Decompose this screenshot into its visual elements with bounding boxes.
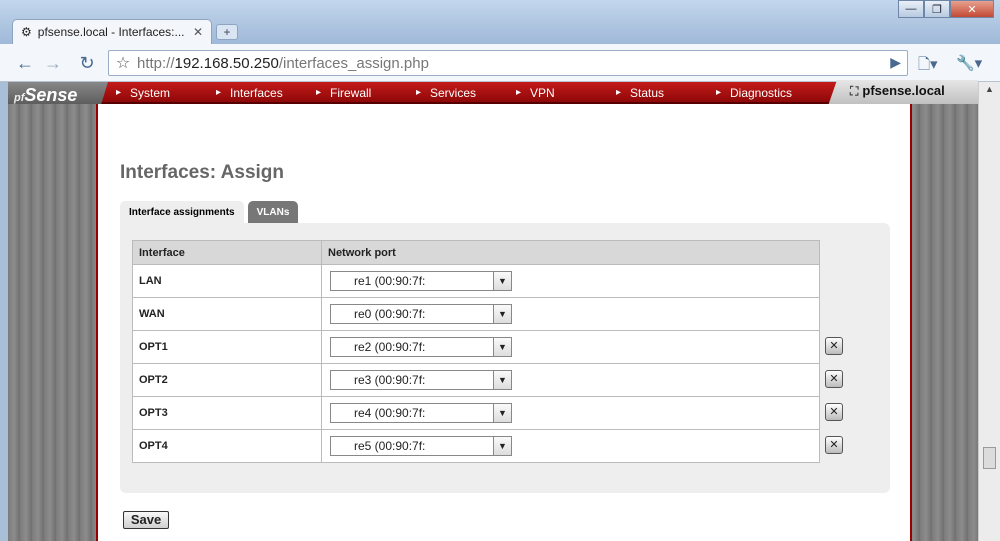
browser-tab[interactable]: ⚙ pfsense.local - Interfaces:... ✕ xyxy=(12,19,212,44)
page-tabs: Interface assignments VLANs xyxy=(120,201,302,225)
browser-titlebar: — ❐ ✕ ⚙ pfsense.local - Interfaces:... ✕… xyxy=(0,0,1000,44)
header-interface: Interface xyxy=(132,240,322,265)
main-content: Interfaces: Assign Interface assignments… xyxy=(96,104,912,541)
chevron-down-icon[interactable]: ▼ xyxy=(493,404,511,422)
interface-name: LAN xyxy=(132,264,322,298)
forward-arrow-icon[interactable]: → xyxy=(42,52,64,74)
menu-services[interactable]: Services xyxy=(416,82,516,104)
interface-name: OPT3 xyxy=(132,396,322,430)
interface-name: OPT4 xyxy=(132,429,322,463)
table-row: LAN re1 (00:90:7f: ▼ xyxy=(132,264,820,298)
scroll-thumb[interactable] xyxy=(983,447,996,469)
header-network-port: Network port xyxy=(321,240,820,265)
menu-system[interactable]: System xyxy=(116,82,216,104)
menu-firewall[interactable]: Firewall xyxy=(316,82,416,104)
delete-opt2-button[interactable]: ✕ xyxy=(825,370,843,388)
delete-opt3-button[interactable]: ✕ xyxy=(825,403,843,421)
browser-toolbar: ← → ↻ ☆ http://192.168.50.250/interfaces… xyxy=(0,44,1000,82)
page-title: Interfaces: Assign xyxy=(120,162,285,183)
delete-x-icon: ✕ xyxy=(829,340,839,352)
main-menu: System Interfaces Firewall Services VPN … xyxy=(116,82,816,104)
hostname: pfsense.local xyxy=(862,83,945,98)
chevron-down-icon[interactable]: ▼ xyxy=(493,338,511,356)
table-row: OPT2 re3 (00:90:7f: ▼ xyxy=(132,363,820,397)
menu-interfaces[interactable]: Interfaces xyxy=(216,82,316,104)
pfsense-navbar: pfSense System Interfaces Firewall Servi… xyxy=(8,80,978,108)
pfsense-favicon-icon: ⚙ xyxy=(21,25,32,39)
vertical-scrollbar[interactable]: ▲ xyxy=(978,82,1000,541)
table-row: OPT1 re2 (00:90:7f: ▼ xyxy=(132,330,820,364)
table-row: OPT4 re5 (00:90:7f: ▼ xyxy=(132,429,820,463)
hostname-box: ⛶ pfsense.local xyxy=(828,80,978,106)
assignments-panel: Interface Network port LAN re1 (00:90:7f… xyxy=(120,223,890,493)
tab-close-icon[interactable]: ✕ xyxy=(193,25,203,39)
new-tab-button[interactable]: + xyxy=(216,24,238,40)
table-row: WAN re0 (00:90:7f: ▼ xyxy=(132,297,820,331)
address-bar[interactable]: ☆ http://192.168.50.250/interfaces_assig… xyxy=(108,50,908,76)
tab-vlans[interactable]: VLANs xyxy=(247,201,299,225)
close-window-button[interactable]: ✕ xyxy=(950,0,994,18)
chevron-down-icon[interactable]: ▼ xyxy=(493,272,511,290)
delete-x-icon: ✕ xyxy=(829,373,839,385)
network-port-select[interactable]: re3 (00:90:7f: ▼ xyxy=(330,370,512,390)
chevron-down-icon[interactable]: ▼ xyxy=(493,305,511,323)
bookmark-star-icon[interactable]: ☆ xyxy=(109,53,137,73)
interface-table: Interface Network port LAN re1 (00:90:7f… xyxy=(132,240,820,463)
menu-status[interactable]: Status xyxy=(616,82,716,104)
interface-name: WAN xyxy=(132,297,322,331)
menu-diagnostics[interactable]: Diagnostics xyxy=(716,82,816,104)
maximize-button[interactable]: ❐ xyxy=(924,0,950,18)
chevron-down-icon[interactable]: ▼ xyxy=(493,371,511,389)
back-arrow-icon[interactable]: ← xyxy=(14,52,36,74)
reload-icon[interactable]: ↻ xyxy=(76,52,98,74)
tab-interface-assignments[interactable]: Interface assignments xyxy=(120,201,244,225)
network-port-select[interactable]: re1 (00:90:7f: ▼ xyxy=(330,271,512,291)
delete-opt1-button[interactable]: ✕ xyxy=(825,337,843,355)
delete-opt4-button[interactable]: ✕ xyxy=(825,436,843,454)
network-port-select[interactable]: re2 (00:90:7f: ▼ xyxy=(330,337,512,357)
wrench-icon[interactable]: 🔧▾ xyxy=(956,54,982,72)
table-row: OPT3 re4 (00:90:7f: ▼ xyxy=(132,396,820,430)
tab-title: pfsense.local - Interfaces:... xyxy=(37,25,185,39)
window-controls: — ❐ ✕ xyxy=(898,0,994,18)
go-arrow-icon[interactable]: ▶ xyxy=(890,54,901,71)
network-port-select[interactable]: re0 (00:90:7f: ▼ xyxy=(330,304,512,324)
scroll-up-arrow-icon[interactable]: ▲ xyxy=(979,84,1000,94)
interface-name: OPT1 xyxy=(132,330,322,364)
minimize-button[interactable]: — xyxy=(898,0,924,18)
save-button[interactable]: Save xyxy=(123,511,169,529)
network-icon: ⛶ xyxy=(850,84,859,98)
page-menu-icon[interactable]: 🗋▾ xyxy=(918,54,938,79)
delete-x-icon: ✕ xyxy=(829,439,839,451)
network-port-select[interactable]: re5 (00:90:7f: ▼ xyxy=(330,436,512,456)
delete-x-icon: ✕ xyxy=(829,406,839,418)
chevron-down-icon[interactable]: ▼ xyxy=(493,437,511,455)
menu-vpn[interactable]: VPN xyxy=(516,82,616,104)
network-port-select[interactable]: re4 (00:90:7f: ▼ xyxy=(330,403,512,423)
interface-name: OPT2 xyxy=(132,363,322,397)
url-text[interactable]: http://192.168.50.250/interfaces_assign.… xyxy=(137,55,429,72)
